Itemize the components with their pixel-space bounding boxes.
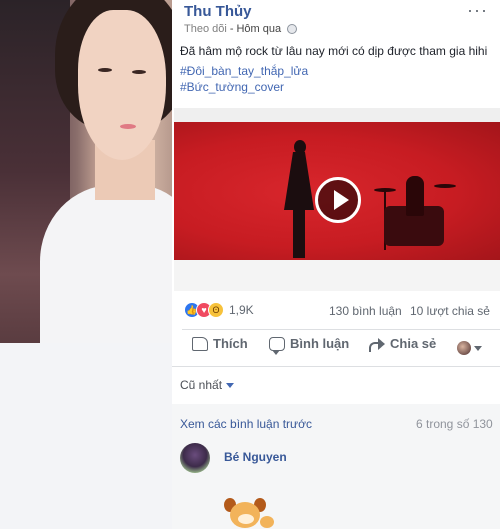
- haha-reaction-icon: ʘ: [208, 302, 224, 318]
- photo-background-area: [0, 343, 172, 529]
- video-silhouette-drummer: [364, 176, 459, 256]
- post-card: Thu Thủy Theo dõi - Hôm qua ··· Đã hâm m…: [172, 0, 500, 529]
- reaction-count: 1,9K: [229, 303, 254, 317]
- reaction-as-selector[interactable]: [457, 341, 482, 355]
- divider: [182, 329, 500, 330]
- like-button-label: Thích: [213, 336, 248, 351]
- hashtag-link[interactable]: #Bức_tường_cover: [180, 80, 284, 94]
- post-timestamp[interactable]: Hôm qua: [236, 23, 281, 35]
- thumbs-up-icon: [192, 336, 208, 351]
- post-meta: Theo dõi - Hôm qua: [184, 23, 298, 35]
- post-author-name[interactable]: Thu Thủy: [184, 3, 252, 20]
- share-arrow-icon: [369, 337, 385, 352]
- commenter-name[interactable]: Bé Nguyen: [224, 450, 287, 464]
- avatar: [457, 341, 471, 355]
- view-previous-comments-link[interactable]: Xem các bình luận trước: [180, 417, 312, 431]
- play-icon[interactable]: [315, 177, 361, 223]
- avatar[interactable]: [180, 443, 210, 473]
- comment-button[interactable]: Bình luận: [269, 336, 350, 355]
- more-options-icon[interactable]: ···: [467, 0, 488, 21]
- comments-section: Xem các bình luận trước 6 trong số 130 B…: [172, 404, 500, 529]
- chevron-down-icon: [474, 345, 482, 351]
- dog-sticker-icon: [220, 496, 276, 529]
- comment-sort-dropdown[interactable]: Cũ nhất: [180, 378, 235, 392]
- comment-count-link[interactable]: 130 bình luận: [329, 304, 402, 318]
- meta-separator: -: [229, 23, 234, 35]
- divider: [172, 366, 500, 367]
- like-button[interactable]: Thích: [192, 336, 248, 351]
- post-action-bar: Thích Bình luận Chia sẻ: [172, 332, 500, 364]
- comment-page-count: 6 trong số 130: [416, 417, 493, 431]
- reaction-summary[interactable]: 👍 ♥ ʘ 1,9K: [184, 302, 254, 318]
- comment-icon: [269, 336, 285, 355]
- share-button-label: Chia sẻ: [390, 336, 437, 351]
- comment-button-label: Bình luận: [290, 336, 350, 351]
- hashtag-link[interactable]: #Đôi_bàn_tay_thắp_lửa: [180, 64, 308, 78]
- video-silhouette-singer: [284, 140, 314, 260]
- sort-label: Cũ nhất: [180, 378, 223, 392]
- video-player[interactable]: [174, 108, 500, 291]
- profile-photo[interactable]: [0, 0, 172, 343]
- follow-link[interactable]: Theo dõi: [184, 23, 227, 35]
- chevron-down-icon: [226, 382, 235, 388]
- post-text: Đã hâm mộ rock từ lâu nay mới có dịp đượ…: [180, 44, 488, 58]
- share-count-link[interactable]: 10 lượt chia sẻ: [410, 304, 490, 318]
- globe-icon: [287, 24, 298, 34]
- share-button[interactable]: Chia sẻ: [369, 336, 437, 352]
